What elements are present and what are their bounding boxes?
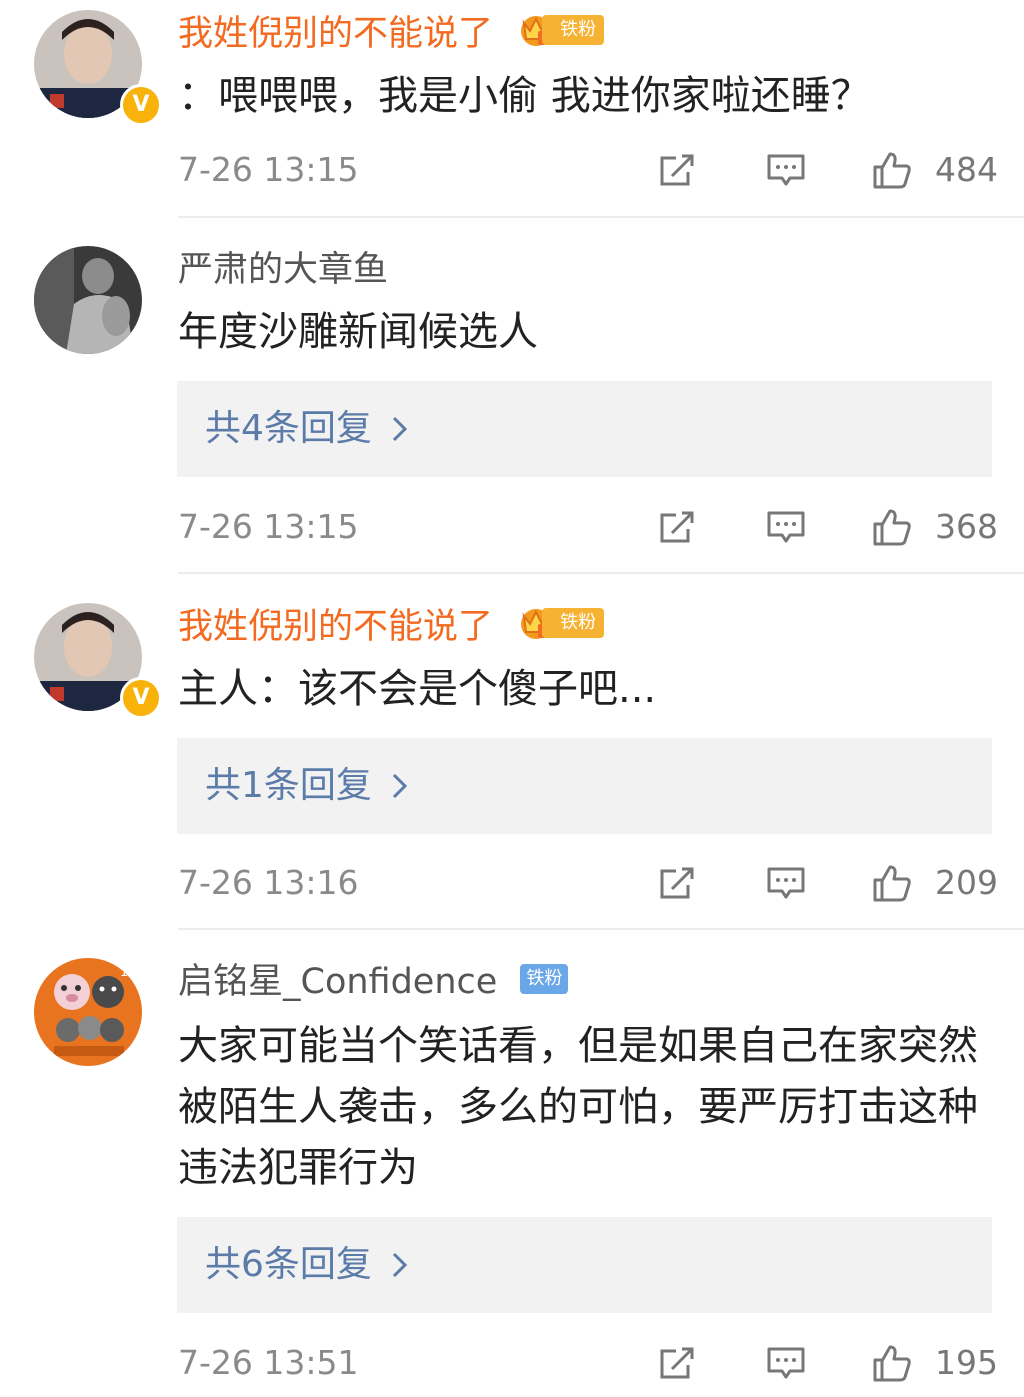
avatar[interactable] [34,246,142,354]
like-count: 209 [935,863,998,902]
share-icon[interactable] [658,1343,698,1383]
replies-link[interactable]: 共4条回复 [177,381,992,477]
share-icon[interactable] [658,150,698,190]
thumbs-up-icon[interactable] [872,863,912,903]
divider [178,572,1024,574]
thumbs-up-icon[interactable] [872,150,912,190]
divider [178,216,1024,218]
timestamp: 7-26 13:15 [178,150,359,189]
thumbs-up-icon[interactable] [872,507,912,547]
avatar-image [34,246,142,354]
like-count: 368 [935,507,998,546]
comment-footer: 7-26 13:16 209 [0,858,1024,908]
username[interactable]: 我姓倪别的不能说了 铁粉 [178,12,605,56]
comment-icon[interactable] [766,150,806,190]
fan-badge: 铁粉 [516,13,605,47]
like-count: 484 [935,150,998,189]
avatar[interactable]: V [34,603,162,719]
share-icon[interactable] [658,863,698,903]
replies-label: 共4条回复 [205,408,372,449]
timestamp: 7-26 13:51 [178,1343,359,1382]
like-count: 195 [935,1343,998,1382]
username[interactable]: 我姓倪别的不能说了 铁粉 [178,605,605,649]
username[interactable]: 启铭星_Confidence 铁粉 [178,960,569,1004]
timestamp: 7-26 13:16 [178,863,359,902]
replies-label: 共1条回复 [205,765,372,806]
comment-footer: 7-26 13:51 195 [0,1338,1024,1388]
comment-footer: 7-26 13:15 368 [0,502,1024,552]
chevron-right-icon [392,1252,408,1278]
comment-icon[interactable] [766,507,806,547]
fan-badge: 铁粉 [516,606,605,640]
replies-link[interactable]: 共6条回复 [177,1217,992,1313]
share-icon[interactable] [658,507,698,547]
comment-text: 大家可能当个笑话看，但是如果自己在家突然被陌生人袭击，多么的可怕，要严厉打击这种… [178,1023,978,1191]
thumbs-up-icon[interactable] [872,1343,912,1383]
chevron-right-icon [392,416,408,442]
avatar-image: 12 [34,958,142,1066]
avatar-number: 12 [120,965,137,980]
avatar[interactable]: 12 [34,958,142,1066]
comment-text: 年度沙雕新闻候选人 [178,309,538,355]
divider [178,928,1024,930]
comment-footer: 7-26 13:15 484 [0,145,1024,195]
avatar[interactable]: V [34,10,162,126]
timestamp: 7-26 13:15 [178,507,359,546]
verified-v-icon: V [120,677,162,719]
replies-label: 共6条回复 [205,1244,372,1285]
fan-badge: 铁粉 [520,964,569,994]
verified-v-icon: V [120,84,162,126]
chevron-right-icon [392,773,408,799]
comment-text: ：喂喂喂，我是小偷 我进你家啦还睡？ [178,73,871,119]
username[interactable]: 严肃的大章鱼 [178,248,388,292]
replies-link[interactable]: 共1条回复 [177,738,992,834]
comment-icon[interactable] [766,1343,806,1383]
comment-icon[interactable] [766,863,806,903]
comment-text: 主人：该不会是个傻子吧... [178,666,657,712]
